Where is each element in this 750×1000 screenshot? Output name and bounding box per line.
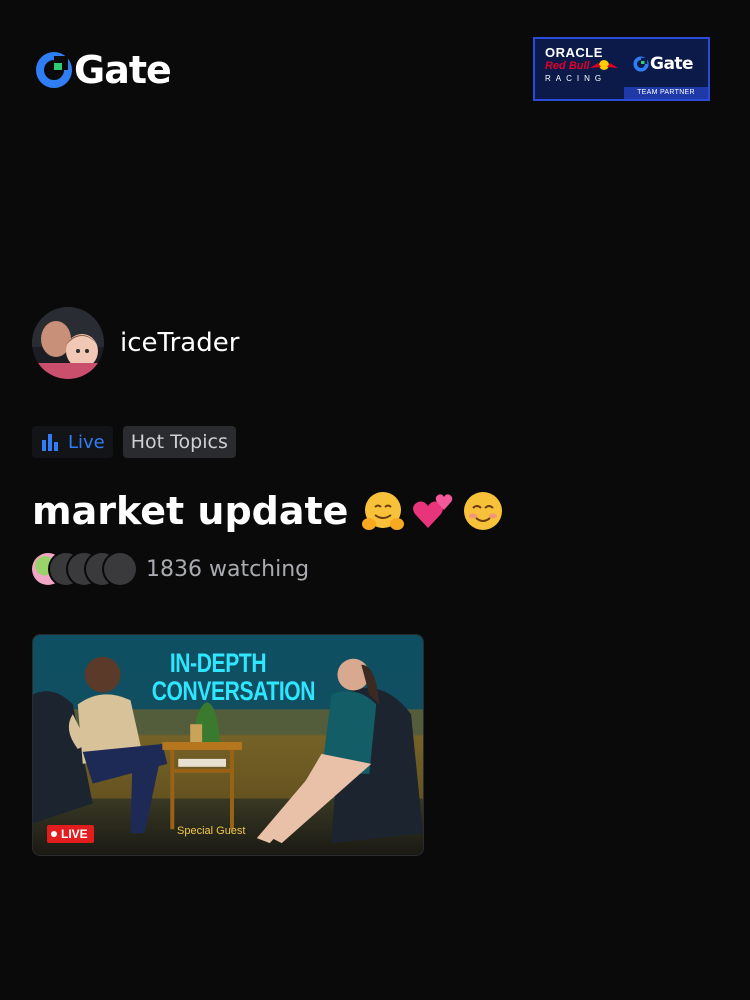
partner-gate-text: Gate — [650, 54, 694, 74]
avatar[interactable] — [32, 307, 104, 379]
bar-chart-icon — [42, 434, 58, 451]
gate-logo-text: Gate — [74, 48, 172, 92]
gate-logo-small-icon — [633, 56, 649, 72]
partner-gate-logo: Gate — [633, 54, 694, 74]
live-tag-label: Live — [68, 431, 105, 453]
streamer-info[interactable]: iceTrader — [32, 307, 239, 379]
live-badge: LIVE — [47, 825, 94, 843]
avatar-image — [32, 307, 104, 379]
two-hearts-emoji-icon — [413, 494, 453, 528]
thumbnail-headline: IN-DEPTH CONVERSATION — [151, 648, 316, 706]
watching-count-text: 1836 watching — [146, 556, 310, 582]
partner-racing-text: RACING — [545, 74, 607, 83]
live-tag[interactable]: Live — [32, 426, 113, 458]
live-badge-label: LIVE — [61, 827, 88, 841]
team-partner-label: TEAM PARTNER — [624, 87, 708, 99]
hot-topics-tag-label: Hot Topics — [130, 431, 228, 453]
live-dot-icon — [51, 831, 57, 837]
stream-thumbnail[interactable]: IN-DEPTH CONVERSATION LIVE Special Guest — [32, 634, 424, 856]
viewer-count: 1836 watching — [32, 553, 309, 585]
red-bull-icon — [590, 60, 618, 70]
partner-redbull-text: Red Bull — [545, 60, 590, 72]
smiling-face-emoji-icon — [464, 492, 503, 530]
stream-title[interactable]: market update — [32, 488, 506, 534]
stream-title-text: market update — [32, 489, 349, 533]
hot-topics-tag[interactable]: Hot Topics — [122, 426, 236, 458]
viewer-avatars — [32, 553, 136, 585]
team-partner-badge: ORACLE Red Bull RACING Gate TEAM PARTNER — [533, 37, 710, 101]
viewer-avatar — [104, 553, 136, 585]
streamer-username[interactable]: iceTrader — [120, 328, 239, 358]
thumbnail-caption: Special Guest — [177, 825, 246, 837]
gate-logo[interactable]: Gate — [36, 48, 172, 92]
hugging-face-emoji-icon — [362, 492, 405, 530]
stream-tags: Live Hot Topics — [32, 426, 236, 458]
gate-logo-icon — [36, 52, 72, 88]
